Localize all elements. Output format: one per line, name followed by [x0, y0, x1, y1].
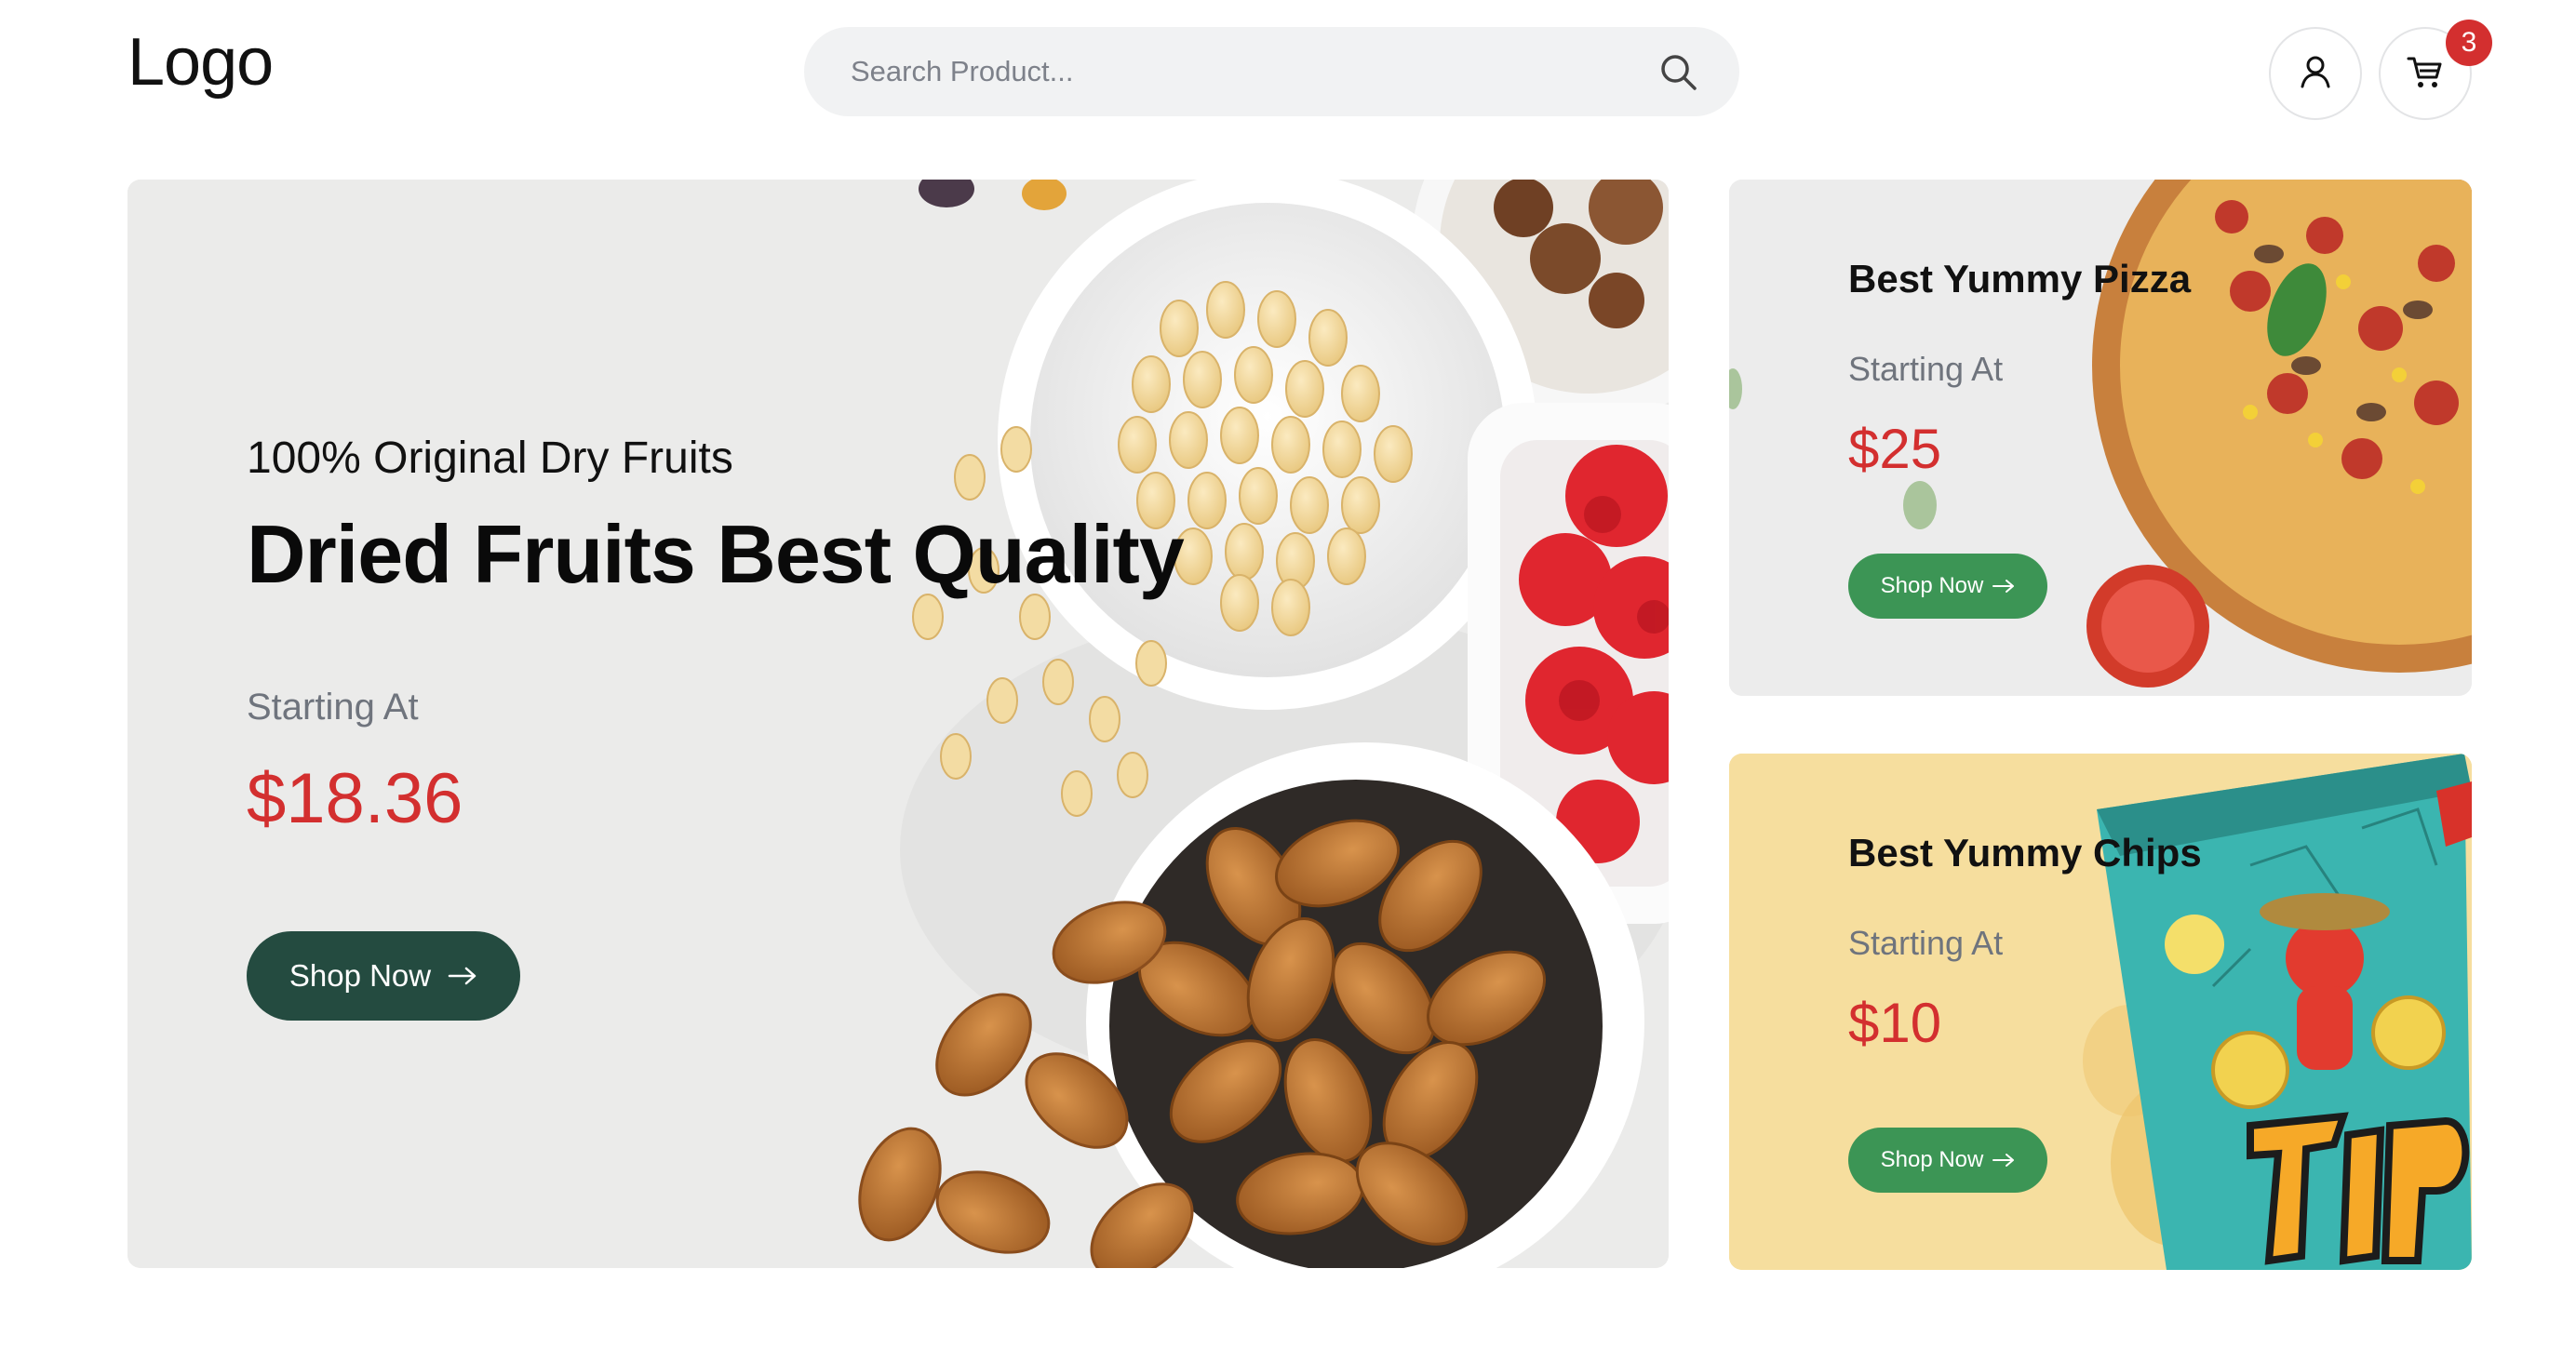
logo[interactable]: Logo: [127, 24, 274, 100]
account-button[interactable]: [2269, 27, 2362, 120]
search-bar: [804, 27, 1739, 116]
hero-price: $18.36: [247, 759, 463, 838]
user-icon: [2297, 53, 2334, 95]
search-icon[interactable]: [1657, 51, 1698, 92]
arrow-right-icon: [1992, 579, 2015, 594]
chips-banner: Best Yummy Chips Starting At $10 Shop No…: [1729, 754, 2472, 1270]
cart-count-badge: 3: [2446, 20, 2492, 66]
chips-price: $10: [1848, 992, 1942, 1054]
hero-shop-now-label: Shop Now: [288, 958, 432, 993]
arrow-right-icon: [1992, 1153, 2015, 1168]
cart-icon: [2406, 53, 2445, 95]
chips-shop-now-label: Shop Now: [1880, 1147, 1984, 1172]
arrow-right-icon: [448, 966, 477, 986]
chips-starting-label: Starting At: [1848, 924, 2004, 962]
hero-starting-label: Starting At: [247, 687, 419, 728]
pizza-starting-label: Starting At: [1848, 350, 2004, 388]
hero-eyebrow: 100% Original Dry Fruits: [247, 434, 733, 483]
hero-shop-now-button[interactable]: Shop Now: [247, 931, 520, 1021]
search-input[interactable]: [851, 55, 1657, 88]
chips-shop-now-button[interactable]: Shop Now: [1848, 1128, 2047, 1193]
hero-banner-dry-fruits: 100% Original Dry Fruits Dried Fruits Be…: [127, 180, 1669, 1268]
pizza-shop-now-button[interactable]: Shop Now: [1848, 554, 2047, 619]
pizza-shop-now-label: Shop Now: [1880, 573, 1984, 598]
pizza-title: Best Yummy Pizza: [1848, 257, 2192, 300]
chips-title: Best Yummy Chips: [1848, 831, 2202, 875]
hero-title: Dried Fruits Best Quality: [247, 508, 1185, 600]
pizza-price: $25: [1848, 418, 1942, 480]
pizza-banner: Best Yummy Pizza Starting At $25 Shop No…: [1729, 180, 2472, 696]
